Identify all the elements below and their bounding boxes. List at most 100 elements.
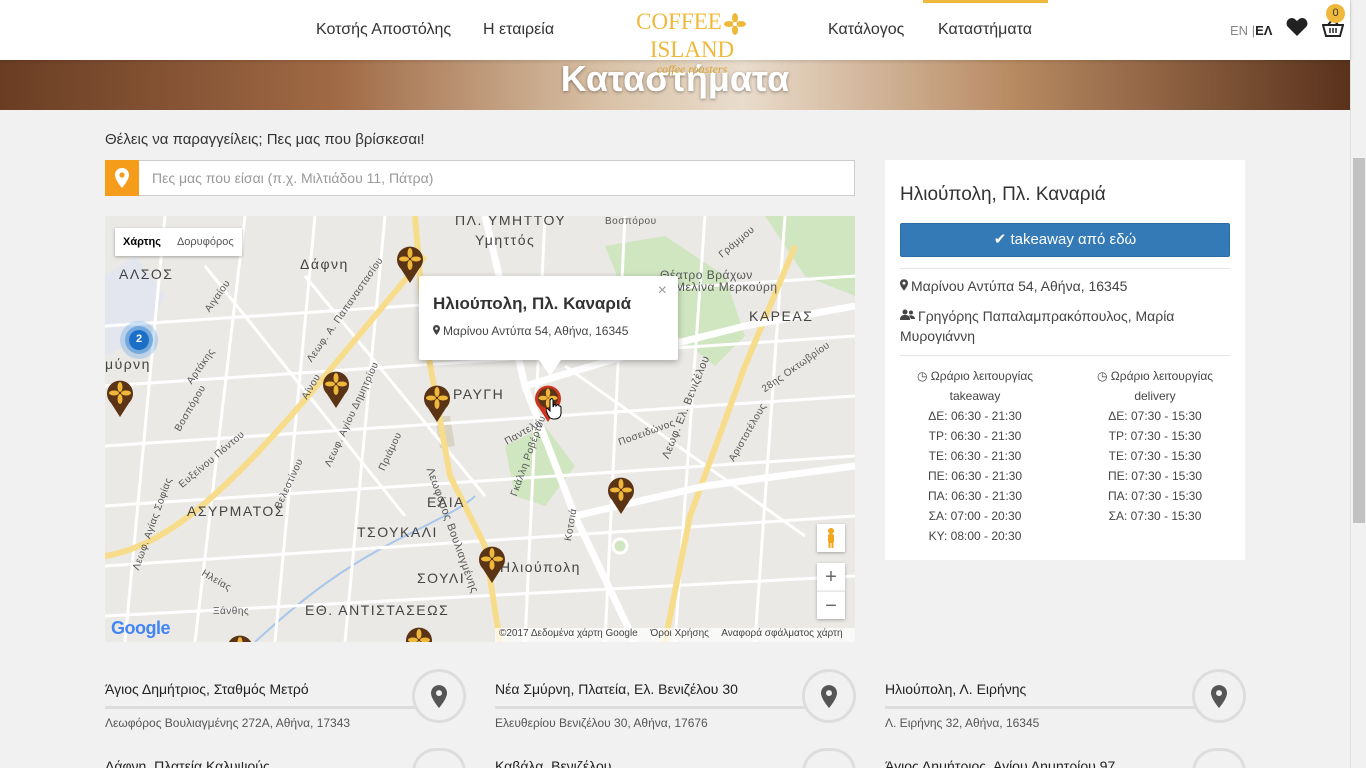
popup-store-address: Μαρίνου Αντύπα 54, Αθήνα, 16345 <box>433 324 628 338</box>
hours-row: ΔΕ: 06:30 - 21:30 <box>928 409 1022 423</box>
map-type-roadmap-button[interactable]: Χάρτης <box>115 228 169 256</box>
hours-row: ΠΑ: 06:30 - 21:30 <box>927 489 1023 503</box>
nav-link-stores[interactable]: Καταστήματα <box>938 21 1032 39</box>
divider <box>900 355 1230 356</box>
map-label: Ξάνθης <box>213 606 250 617</box>
hours-row: ΤΕ: 06:30 - 21:30 <box>928 449 1022 463</box>
lang-en-link[interactable]: EN <box>1230 23 1248 38</box>
coffee-island-logo[interactable]: COFFEE ISLAND coffee roasters <box>600 8 784 75</box>
clock-icon: ◷ <box>916 369 928 383</box>
map-label: ΑΛΣΟΣ <box>119 266 174 282</box>
page-scrollbar[interactable] <box>1350 0 1366 768</box>
stores-map[interactable]: ΠΛ. ΥΜΗΤΤΟΥ Βοσπόρου Υμηττός Δάφνη Θέατρ… <box>105 216 855 642</box>
store-list-item[interactable]: Άγιος Δημήτριος, Αγίου Δημητρίου 97 <box>885 748 1246 768</box>
logo-flower-icon <box>723 12 746 35</box>
order-prompt: Θέλεις να παραγγείλεις; Πες μας που βρίσ… <box>105 131 425 148</box>
site-header: Κοτσής Αποστόλης Η εταιρεία COFFEE ISLAND… <box>0 0 1350 75</box>
store-marker-icon[interactable] <box>405 626 433 642</box>
location-search-input[interactable] <box>152 161 842 195</box>
map-marker-icon <box>1211 684 1227 708</box>
hours-row: ΔΕ: 07:30 - 15:30 <box>1108 409 1202 423</box>
logo-text-left: COFFEE <box>636 9 722 34</box>
show-on-map-button[interactable] <box>412 669 466 723</box>
store-divider <box>495 706 805 709</box>
delivery-hours-heading: ◷ Ωράριο λειτουργίας delivery <box>1080 366 1230 406</box>
delivery-hours-subtitle: delivery <box>1134 389 1176 403</box>
map-marker-icon <box>900 279 908 291</box>
map-label: Ηλιούπολη <box>500 559 581 575</box>
nav-link-company[interactable]: Η εταιρεία <box>483 21 554 39</box>
nav-active-indicator <box>923 0 1048 3</box>
map-type-satellite-button[interactable]: Δορυφόρος <box>169 228 242 256</box>
store-details-panel: Ηλιούπολη, Πλ. Καναριά ✔ takeaway από εδ… <box>885 160 1245 560</box>
cart-count-badge: 0 <box>1326 4 1345 23</box>
zoom-in-button[interactable]: + <box>817 563 845 591</box>
store-divider <box>105 706 415 709</box>
hours-row: ΚΥ: 08:00 - 20:30 <box>928 529 1022 543</box>
divider <box>900 268 1230 269</box>
store-list-item[interactable]: Δάφνη, Πλατεία Καλυψούς <box>105 748 466 768</box>
zoom-out-button[interactable]: − <box>817 591 845 619</box>
scrollbar-thumb[interactable] <box>1353 158 1365 523</box>
popup-close-button[interactable]: × <box>658 282 667 300</box>
google-logo[interactable]: Google <box>111 618 171 639</box>
store-info-popup: Ηλιούπολη, Πλ. Καναριά Μαρίνου Αντύπα 54… <box>419 276 678 360</box>
nav-link-catalog[interactable]: Κατάλογος <box>828 21 904 39</box>
show-on-map-button[interactable] <box>802 748 856 768</box>
show-on-map-button[interactable] <box>412 748 466 768</box>
store-list-item[interactable]: Νέα Σμύρνη, Πλατεία, Ελ. Βενιζέλου 30 Ελ… <box>495 669 856 741</box>
map-label: ΑΣΥΡΜΑΤΟΣ <box>187 503 285 519</box>
hours-row: ΣΑ: 07:30 - 15:30 <box>1108 509 1202 523</box>
show-on-map-button[interactable] <box>802 669 856 723</box>
store-name: Νέα Σμύρνη, Πλατεία, Ελ. Βενιζέλου 30 <box>495 681 738 697</box>
store-marker-icon[interactable] <box>607 476 635 514</box>
map-label: Μελίνα Μερκούρη <box>675 280 778 294</box>
store-marker-icon[interactable] <box>423 384 451 422</box>
hand-cursor-icon <box>546 398 562 420</box>
popup-tail <box>539 360 561 376</box>
store-list-item[interactable]: Ηλιούπολη, Λ. Ειρήνης Λ. Ειρήνης 32, Αθή… <box>885 669 1246 741</box>
store-divider <box>885 706 1195 709</box>
store-marker-icon[interactable] <box>226 634 254 642</box>
store-list-item[interactable]: Άγιος Δημήτριος, Σταθμός Μετρό Λεωφόρος … <box>105 669 466 741</box>
store-address: Λεωφόρος Βουλιαγμένης 272Α, Αθήνα, 17343 <box>105 716 351 730</box>
map-label: Βοσπόρου <box>605 216 657 227</box>
map-terms-link[interactable]: Όροι Χρήσης <box>651 628 709 639</box>
map-report-link[interactable]: Αναφορά σφάλματος χάρτη <box>721 628 842 639</box>
store-marker-icon[interactable] <box>478 545 506 583</box>
favorites-heart-icon[interactable] <box>1286 17 1308 37</box>
store-name: Άγιος Δημήτριος, Σταθμός Μετρό <box>105 681 309 697</box>
hours-row: ΤΡ: 07:30 - 15:30 <box>1108 429 1202 443</box>
users-icon <box>900 309 915 320</box>
store-name: Δάφνη, Πλατεία Καλυψούς <box>105 758 270 768</box>
map-marker-icon <box>821 684 837 708</box>
map-label: ΡΑΥΓΗ <box>453 386 505 402</box>
show-on-map-button[interactable] <box>1192 748 1246 768</box>
store-address-text: Μαρίνου Αντύπα 54, Αθήνα, 16345 <box>911 278 1128 294</box>
map-copyright: ©2017 Δεδομένα χάρτη Google <box>499 628 638 639</box>
map-label: ΕΘ. ΑΝΤΙΣΤΑΣΕΩΣ <box>305 602 450 618</box>
store-address: Λ. Ειρήνης 32, Αθήνα, 16345 <box>885 716 1040 730</box>
map-label: Υμηττός <box>475 232 536 248</box>
cluster-count: 2 <box>135 333 143 345</box>
store-list-item[interactable]: Καβάλα, Βενιζέλου <box>495 748 856 768</box>
takeaway-button[interactable]: ✔ takeaway από εδώ <box>900 223 1230 257</box>
map-label: ΤΣΟΥΚΑΛΙ <box>357 524 438 540</box>
store-name: Ηλιούπολη, Λ. Ειρήνης <box>885 681 1027 697</box>
hours-row: ΤΡ: 06:30 - 21:30 <box>928 429 1022 443</box>
store-title: Ηλιούπολη, Πλ. Καναριά <box>900 184 1106 205</box>
check-icon: ✔ <box>993 231 1007 248</box>
nav-link-profile[interactable]: Κοτσής Αποστόλης <box>316 21 451 39</box>
map-type-control: Χάρτης Δορυφόρος <box>115 228 242 256</box>
lang-el-link[interactable]: ΕΛ <box>1255 23 1272 38</box>
language-switcher: EN |ΕΛ <box>1230 23 1272 38</box>
takeaway-hours: ◷ Ωράριο λειτουργίας takeaway ΔΕ: 06:30 -… <box>900 366 1050 546</box>
store-marker-icon[interactable] <box>106 379 134 417</box>
show-on-map-button[interactable] <box>1192 669 1246 723</box>
store-marker-icon[interactable] <box>322 370 350 408</box>
takeaway-hours-subtitle: takeaway <box>949 389 1001 403</box>
location-search <box>105 160 855 196</box>
street-view-pegman-icon[interactable] <box>817 524 845 552</box>
takeaway-hours-heading: ◷ Ωράριο λειτουργίας takeaway <box>900 366 1050 406</box>
store-address: Μαρίνου Αντύπα 54, Αθήνα, 16345 <box>900 276 1230 296</box>
